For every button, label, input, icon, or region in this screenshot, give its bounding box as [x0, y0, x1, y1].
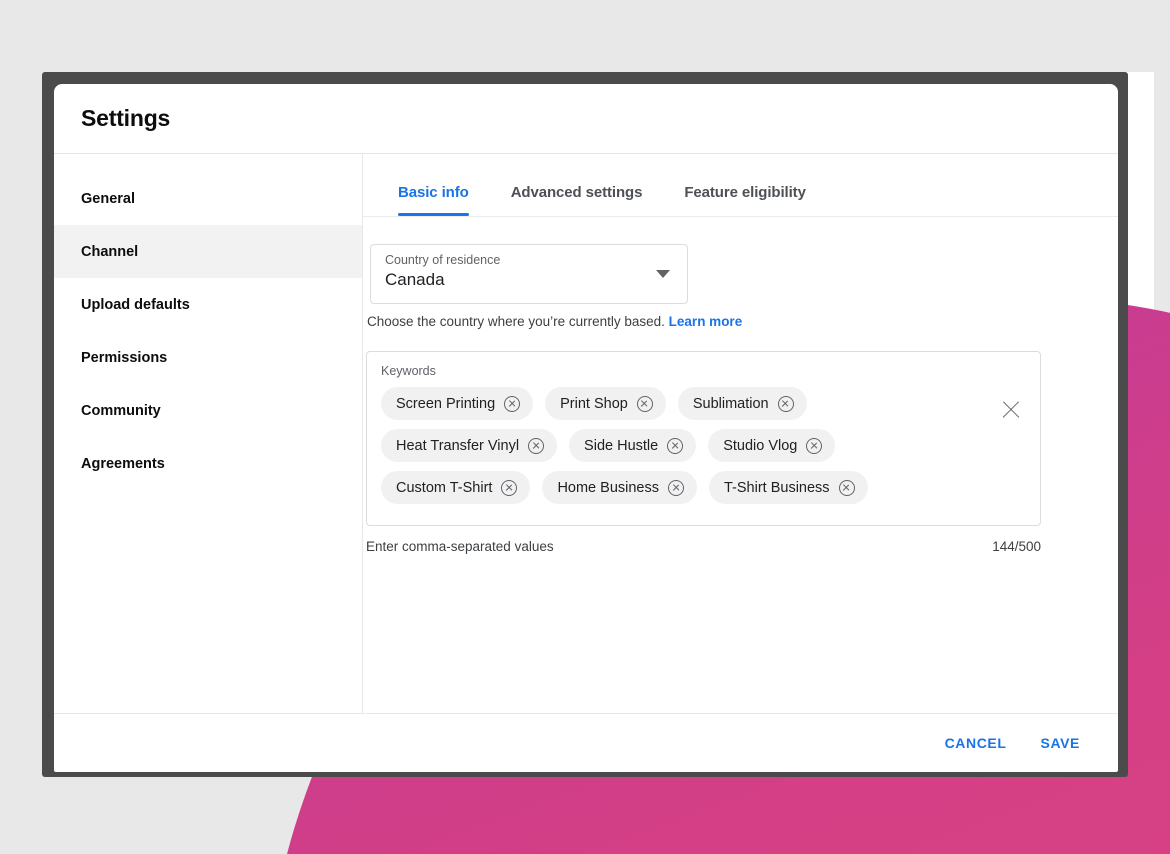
- keyword-chip-label: Screen Printing: [396, 395, 496, 412]
- remove-keyword-icon[interactable]: [667, 479, 684, 496]
- tab-advanced-settings[interactable]: Advanced settings: [490, 184, 664, 216]
- keyword-chip[interactable]: Home Business: [542, 471, 697, 504]
- settings-dialog: Settings General Channel Upload defaults…: [54, 84, 1118, 772]
- keyword-chip-label: Side Hustle: [584, 437, 659, 454]
- keyword-chip-label: T-Shirt Business: [723, 479, 830, 496]
- keyword-chip[interactable]: Side Hustle: [569, 429, 697, 462]
- tab-bar: Basic info Advanced settings Feature eli…: [390, 154, 1118, 216]
- country-select-value: Canada: [385, 270, 445, 289]
- remove-keyword-icon[interactable]: [806, 437, 823, 454]
- remove-keyword-icon[interactable]: [636, 395, 653, 412]
- sidebar-item-label: Permissions: [81, 349, 168, 366]
- keyword-chip-list: Screen Printing Print Shop Sublimation H…: [381, 387, 986, 504]
- sidebar-item-label: Agreements: [81, 455, 165, 472]
- country-hint-label: Choose the country where you’re currentl…: [367, 314, 669, 329]
- remove-keyword-icon[interactable]: [777, 395, 794, 412]
- settings-content-pane: Basic info Advanced settings Feature eli…: [363, 154, 1118, 713]
- country-hint-text: Choose the country where you’re currentl…: [367, 314, 742, 329]
- country-select-label: Country of residence: [385, 253, 501, 267]
- chevron-down-icon[interactable]: [656, 270, 670, 278]
- sidebar-item-label: General: [81, 190, 135, 207]
- keyword-chip[interactable]: Screen Printing: [381, 387, 534, 420]
- keyword-chip-label: Print Shop: [560, 395, 628, 412]
- keyword-chip[interactable]: Heat Transfer Vinyl: [381, 429, 558, 462]
- keywords-field-label: Keywords: [381, 364, 436, 378]
- keyword-chip[interactable]: Custom T-Shirt: [381, 471, 531, 504]
- sidebar-item-community[interactable]: Community: [54, 384, 362, 437]
- keywords-character-counter: 144/500: [992, 539, 1041, 554]
- sidebar-item-general[interactable]: General: [54, 172, 362, 225]
- sidebar-item-channel[interactable]: Channel: [54, 225, 362, 278]
- keywords-field[interactable]: Keywords Screen Printing Print Shop Subl…: [366, 351, 1041, 526]
- keyword-chip[interactable]: Sublimation: [677, 387, 807, 420]
- page-title: Settings: [81, 105, 171, 131]
- keyword-chip[interactable]: Print Shop: [545, 387, 666, 420]
- remove-keyword-icon[interactable]: [667, 437, 684, 454]
- dialog-header: Settings: [54, 84, 1118, 154]
- keyword-chip-label: Home Business: [557, 479, 659, 496]
- remove-keyword-icon[interactable]: [528, 437, 545, 454]
- keyword-chip[interactable]: Studio Vlog: [708, 429, 836, 462]
- sidebar-item-permissions[interactable]: Permissions: [54, 331, 362, 384]
- clear-keywords-icon[interactable]: [1000, 399, 1022, 421]
- sidebar-item-upload-defaults[interactable]: Upload defaults: [54, 278, 362, 331]
- sidebar-item-agreements[interactable]: Agreements: [54, 437, 362, 490]
- remove-keyword-icon[interactable]: [838, 479, 855, 496]
- tab-bar-divider: [363, 216, 1118, 217]
- keyword-chip-label: Studio Vlog: [723, 437, 798, 454]
- tab-label: Basic info: [398, 184, 469, 201]
- keyword-chip[interactable]: T-Shirt Business: [708, 471, 868, 504]
- cancel-button[interactable]: CANCEL: [931, 726, 1021, 760]
- tab-label: Feature eligibility: [684, 184, 806, 201]
- dialog-footer: CANCEL SAVE: [54, 714, 1118, 772]
- sidebar-item-label: Upload defaults: [81, 296, 190, 313]
- save-button[interactable]: SAVE: [1027, 726, 1095, 760]
- keyword-chip-label: Custom T-Shirt: [396, 479, 493, 496]
- tab-basic-info[interactable]: Basic info: [391, 184, 490, 216]
- settings-sidebar: General Channel Upload defaults Permissi…: [54, 154, 363, 713]
- dialog-body: General Channel Upload defaults Permissi…: [54, 154, 1118, 714]
- remove-keyword-icon[interactable]: [501, 479, 518, 496]
- learn-more-link[interactable]: Learn more: [669, 314, 743, 329]
- remove-keyword-icon[interactable]: [504, 395, 521, 412]
- sidebar-item-label: Channel: [81, 243, 139, 260]
- keyword-chip-label: Heat Transfer Vinyl: [396, 437, 520, 454]
- keyword-chip-label: Sublimation: [692, 395, 769, 412]
- sidebar-item-label: Community: [81, 402, 161, 419]
- country-of-residence-select[interactable]: Country of residence Canada: [370, 244, 688, 304]
- tab-label: Advanced settings: [510, 184, 643, 201]
- tab-feature-eligibility[interactable]: Feature eligibility: [663, 184, 826, 216]
